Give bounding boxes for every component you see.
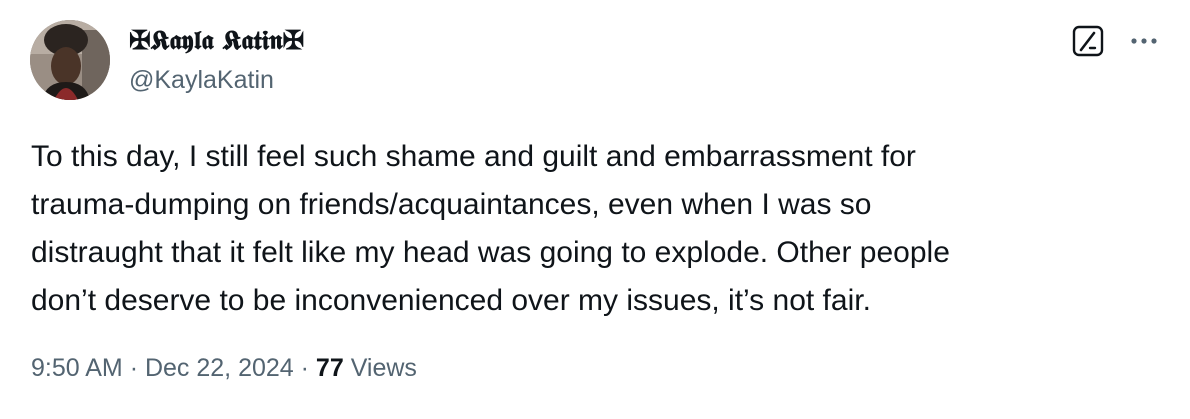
views-label[interactable]: Views xyxy=(351,354,417,382)
display-name[interactable]: ✠𝕶𝖆𝖞𝖑𝖆 𝕶𝖆𝖙𝖎𝖓✠ xyxy=(129,26,304,56)
meta-separator: · xyxy=(300,354,309,382)
tweet-text: To this day, I still feel such shame and… xyxy=(31,133,1151,325)
author-info: ✠𝕶𝖆𝖞𝖑𝖆 𝕶𝖆𝖙𝖎𝖓✠ @KaylaKatin xyxy=(129,26,304,95)
more-icon[interactable] xyxy=(1128,27,1160,55)
meta-separator: · xyxy=(129,354,139,382)
avatar[interactable] xyxy=(30,20,110,100)
author-handle[interactable]: @KaylaKatin xyxy=(129,65,304,95)
tweet-date[interactable]: Dec 22, 2024 xyxy=(145,354,294,382)
tweet-text-line: To this day, I still feel such shame and… xyxy=(31,140,916,173)
tweet-meta: 9:50 AM · Dec 22, 2024 · 77 Views xyxy=(31,352,417,384)
tweet-card: ✠𝕶𝖆𝖞𝖑𝖆 𝕶𝖆𝖙𝖎𝖓✠ @KaylaKatin To this day, I… xyxy=(0,0,1190,419)
tweet-text-line: don’t deserve to be inconvenienced over … xyxy=(31,284,871,317)
views-count[interactable]: 77 xyxy=(316,354,344,382)
tweet-text-line: distraught that it felt like my head was… xyxy=(31,236,950,269)
tweet-text-line: trauma-dumping on friends/acquaintances,… xyxy=(31,188,872,221)
grok-icon[interactable] xyxy=(1071,25,1105,57)
tweet-time[interactable]: 9:50 AM xyxy=(31,354,123,382)
